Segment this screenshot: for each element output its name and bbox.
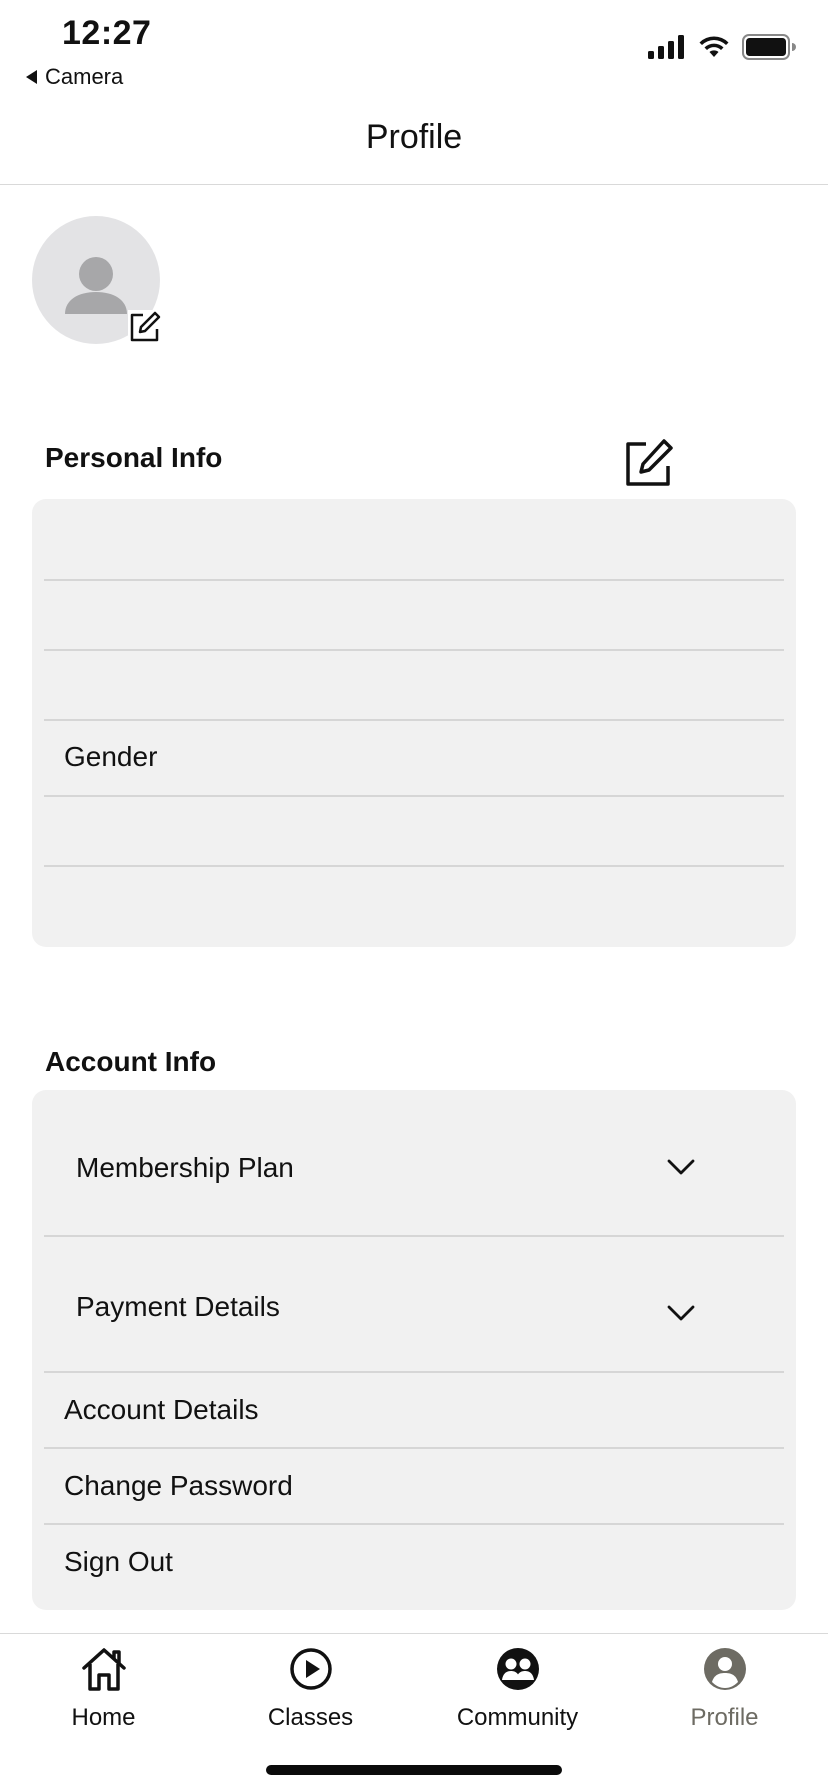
account-info-divider (44, 1523, 784, 1525)
page-title: Profile (365, 118, 463, 156)
tab-home-label: Home (71, 1704, 136, 1731)
community-icon (496, 1648, 539, 1690)
status-time: 12:27 (62, 14, 152, 52)
membership-plan-label: Membership Plan (76, 1152, 294, 1183)
tab-classes[interactable]: Classes (207, 1640, 414, 1732)
payment-details-row[interactable]: Payment Details (44, 1237, 784, 1371)
tab-community-label: Community (456, 1704, 579, 1731)
account-details-row[interactable]: Account Details (64, 1394, 259, 1426)
cellular-signal-icon (648, 35, 684, 59)
home-icon (81, 1648, 126, 1691)
account-info-divider (44, 1371, 784, 1373)
status-icons (648, 34, 796, 60)
tab-home[interactable]: Home (0, 1640, 207, 1732)
profile-icon (703, 1648, 746, 1690)
chevron-down-icon (667, 1305, 695, 1321)
tab-bar-divider (0, 1633, 828, 1634)
back-to-camera-link[interactable]: Camera (26, 64, 123, 90)
sign-out-row[interactable]: Sign Out (64, 1546, 173, 1578)
play-circle-icon (289, 1648, 332, 1690)
personal-info-divider (44, 719, 784, 721)
home-indicator (266, 1765, 562, 1775)
personal-info-divider (44, 579, 784, 581)
account-info-divider (44, 1447, 784, 1449)
tab-classes-label: Classes (267, 1704, 354, 1731)
edit-avatar-icon[interactable] (128, 310, 162, 344)
edit-personal-info-icon[interactable] (624, 438, 674, 488)
personal-info-divider (44, 795, 784, 797)
personal-info-heading: Personal Info (45, 442, 223, 473)
tab-profile-label: Profile (690, 1704, 759, 1731)
account-info-heading: Account Info (45, 1046, 217, 1077)
personal-info-divider (44, 649, 784, 651)
header-divider (0, 184, 828, 185)
change-password-row[interactable]: Change Password (64, 1470, 293, 1502)
battery-icon (742, 34, 796, 60)
payment-details-label: Payment Details (76, 1291, 280, 1322)
back-arrow-icon (26, 70, 37, 84)
personal-info-divider (44, 865, 784, 867)
back-label: Camera (45, 64, 124, 89)
chevron-down-icon (667, 1159, 695, 1175)
tab-community[interactable]: Community (414, 1640, 621, 1732)
wifi-icon (699, 36, 729, 57)
gender-row[interactable]: Gender (64, 741, 157, 773)
membership-plan-row[interactable]: Membership Plan (44, 1090, 784, 1236)
personal-info-card (32, 499, 796, 947)
tab-profile[interactable]: Profile (621, 1640, 828, 1732)
